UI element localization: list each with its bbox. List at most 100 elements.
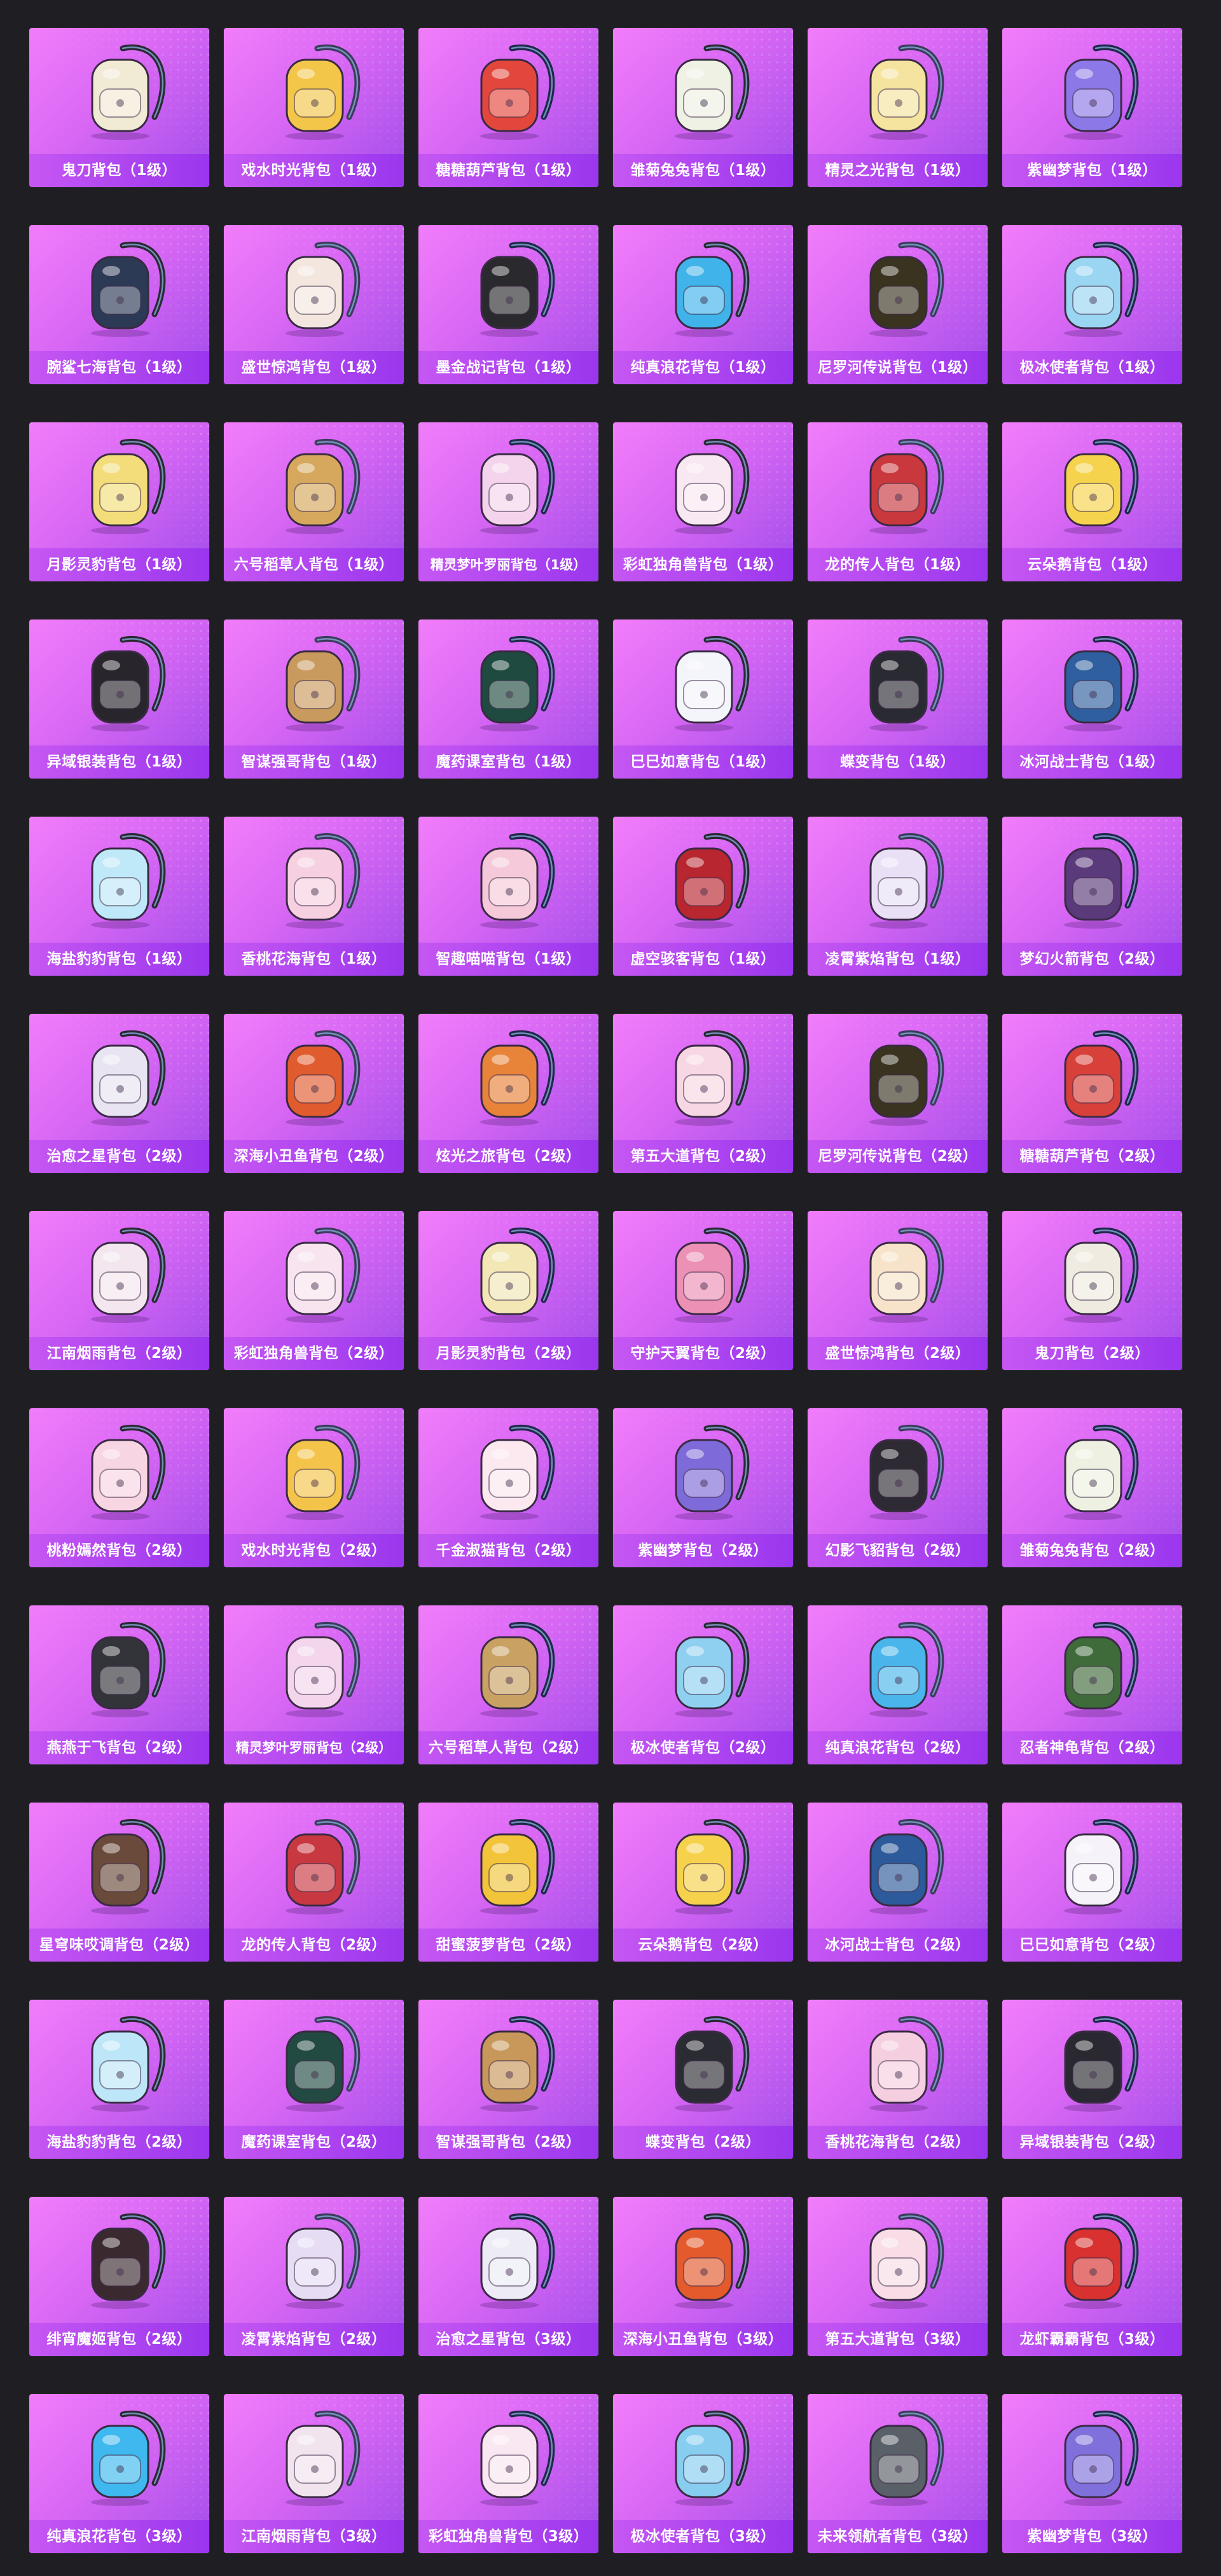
item-card[interactable]: 梦幻火箭背包（2级） xyxy=(1002,817,1182,976)
backpack-icon xyxy=(1063,2411,1138,2506)
item-card[interactable]: 深海小丑鱼背包（3级） xyxy=(613,2197,793,2356)
item-card[interactable]: 云朵鹅背包（1级） xyxy=(1002,422,1182,581)
item-card[interactable]: 守护天翼背包（2级） xyxy=(613,1211,793,1370)
item-card[interactable]: 纯真浪花背包（2级） xyxy=(808,1605,988,1764)
item-card[interactable]: 冰河战士背包（2级） xyxy=(808,1803,988,1962)
item-card[interactable]: 紫幽梦背包（2级） xyxy=(613,1408,793,1567)
item-card[interactable]: 雏菊兔兔背包（2级） xyxy=(1002,1408,1182,1567)
backpack-icon xyxy=(674,1622,749,1717)
item-card[interactable]: 甜蜜菠萝背包（2级） xyxy=(418,1803,598,1962)
backpack-image xyxy=(808,34,988,149)
item-card[interactable]: 智趣喵喵背包（1级） xyxy=(418,817,598,976)
item-card[interactable]: 炫光之旅背包（2级） xyxy=(418,1014,598,1173)
item-card[interactable]: 尼罗河传说背包（2级） xyxy=(808,1014,988,1173)
item-card[interactable]: 蝶变背包（1级） xyxy=(808,620,988,779)
item-card[interactable]: 海盐豹豹背包（2级） xyxy=(29,2000,209,2159)
item-name: 凌霄紫焰背包（1级） xyxy=(808,943,988,976)
item-card[interactable]: 第五大道背包（3级） xyxy=(808,2197,988,2356)
item-card[interactable]: 巳巳如意背包（1级） xyxy=(613,620,793,779)
item-card[interactable]: 六号稻草人背包（1级） xyxy=(224,422,404,581)
item-card[interactable]: 魔药课室背包（1级） xyxy=(418,620,598,779)
item-card[interactable]: 精灵梦叶罗丽背包（1级） xyxy=(418,422,598,581)
item-name: 盛世惊鸿背包（2级） xyxy=(808,1337,988,1370)
item-card[interactable]: 鬼刀背包（1级） xyxy=(29,28,209,187)
item-card[interactable]: 治愈之星背包（2级） xyxy=(29,1014,209,1173)
item-card[interactable]: 六号稻草人背包（2级） xyxy=(418,1605,598,1764)
item-card[interactable]: 忍者神龟背包（2级） xyxy=(1002,1605,1182,1764)
item-card[interactable]: 江南烟雨背包（3级） xyxy=(224,2394,404,2553)
item-name: 月影灵豹背包（1级） xyxy=(29,548,209,581)
item-card[interactable]: 千金淑猫背包（2级） xyxy=(418,1408,598,1567)
item-card[interactable]: 腕鲨七海背包（1级） xyxy=(29,225,209,384)
item-card[interactable]: 海盐豹豹背包（1级） xyxy=(29,817,209,976)
item-card[interactable]: 紫幽梦背包（1级） xyxy=(1002,28,1182,187)
backpack-icon xyxy=(869,242,944,337)
item-card[interactable]: 桃粉嫣然背包（2级） xyxy=(29,1408,209,1567)
item-card[interactable]: 月影灵豹背包（2级） xyxy=(418,1211,598,1370)
item-card[interactable]: 糖糖葫芦背包（1级） xyxy=(418,28,598,187)
item-card[interactable]: 绯宵魔姬背包（2级） xyxy=(29,2197,209,2356)
item-card[interactable]: 精灵梦叶罗丽背包（2级） xyxy=(224,1605,404,1764)
item-card[interactable]: 纯真浪花背包（1级） xyxy=(613,225,793,384)
backpack-icon xyxy=(285,2016,360,2112)
backpack-image xyxy=(29,1612,209,1726)
item-card[interactable]: 治愈之星背包（3级） xyxy=(418,2197,598,2356)
item-card[interactable]: 彩虹独角兽背包（2级） xyxy=(224,1211,404,1370)
item-card[interactable]: 燕燕于飞背包（2级） xyxy=(29,1605,209,1764)
backpack-image xyxy=(1002,2400,1182,2515)
item-card[interactable]: 蝶变背包（2级） xyxy=(613,2000,793,2159)
item-card[interactable]: 魔药课室背包（2级） xyxy=(224,2000,404,2159)
item-card[interactable]: 香桃花海背包（2级） xyxy=(808,2000,988,2159)
item-name: 忍者神龟背包（2级） xyxy=(1002,1731,1182,1764)
backpack-icon xyxy=(1063,1030,1138,1126)
item-card[interactable]: 墨金战记背包（1级） xyxy=(418,225,598,384)
item-card[interactable]: 凌霄紫焰背包（2级） xyxy=(224,2197,404,2356)
backpack-icon xyxy=(479,2213,555,2309)
item-card[interactable]: 极冰使者背包（1级） xyxy=(1002,225,1182,384)
item-card[interactable]: 冰河战士背包（1级） xyxy=(1002,620,1182,779)
item-card[interactable]: 纯真浪花背包（3级） xyxy=(29,2394,209,2553)
item-card[interactable]: 龙虾霸霸背包（3级） xyxy=(1002,2197,1182,2356)
item-card[interactable]: 江南烟雨背包（2级） xyxy=(29,1211,209,1370)
item-card[interactable]: 幻影飞貂背包（2级） xyxy=(808,1408,988,1567)
backpack-image xyxy=(613,823,793,938)
item-card[interactable]: 彩虹独角兽背包（3级） xyxy=(418,2394,598,2553)
item-card[interactable]: 精灵之光背包（1级） xyxy=(808,28,988,187)
item-card[interactable]: 星穹味哎调背包（2级） xyxy=(29,1803,209,1962)
item-card[interactable]: 尼罗河传说背包（1级） xyxy=(808,225,988,384)
item-card[interactable]: 巳巳如意背包（2级） xyxy=(1002,1803,1182,1962)
item-card[interactable]: 凌霄紫焰背包（1级） xyxy=(808,817,988,976)
backpack-icon xyxy=(1063,242,1138,337)
item-card[interactable]: 极冰使者背包（2级） xyxy=(613,1605,793,1764)
backpack-image xyxy=(808,1809,988,1923)
item-card[interactable]: 智谋强哥背包（2级） xyxy=(418,2000,598,2159)
item-name: 龙的传人背包（2级） xyxy=(224,1929,404,1962)
item-card[interactable]: 盛世惊鸿背包（2级） xyxy=(808,1211,988,1370)
item-name: 腕鲨七海背包（1级） xyxy=(29,351,209,384)
item-card[interactable]: 异域银装背包（2级） xyxy=(1002,2000,1182,2159)
item-card[interactable]: 糖糖葫芦背包（2级） xyxy=(1002,1014,1182,1173)
item-card[interactable]: 未来领航者背包（3级） xyxy=(808,2394,988,2553)
item-card[interactable]: 雏菊兔兔背包（1级） xyxy=(613,28,793,187)
item-card[interactable]: 虚空骇客背包（1级） xyxy=(613,817,793,976)
item-card[interactable]: 智谋强哥背包（1级） xyxy=(224,620,404,779)
item-card[interactable]: 戏水时光背包（1级） xyxy=(224,28,404,187)
item-card[interactable]: 异域银装背包（1级） xyxy=(29,620,209,779)
item-card[interactable]: 彩虹独角兽背包（1级） xyxy=(613,422,793,581)
item-card[interactable]: 香桃花海背包（1级） xyxy=(224,817,404,976)
item-card[interactable]: 紫幽梦背包（3级） xyxy=(1002,2394,1182,2553)
item-card[interactable]: 月影灵豹背包（1级） xyxy=(29,422,209,581)
backpack-icon xyxy=(90,45,165,140)
item-card[interactable]: 鬼刀背包（2级） xyxy=(1002,1211,1182,1370)
item-name: 精灵梦叶罗丽背包（2级） xyxy=(224,1731,404,1764)
item-card[interactable]: 极冰使者背包（3级） xyxy=(613,2394,793,2553)
item-card[interactable]: 云朵鹅背包（2级） xyxy=(613,1803,793,1962)
backpack-image xyxy=(418,1415,598,1529)
item-card[interactable]: 盛世惊鸿背包（1级） xyxy=(224,225,404,384)
item-card[interactable]: 深海小丑鱼背包（2级） xyxy=(224,1014,404,1173)
item-card[interactable]: 龙的传人背包（1级） xyxy=(808,422,988,581)
item-card[interactable]: 戏水时光背包（2级） xyxy=(224,1408,404,1567)
item-card[interactable]: 龙的传人背包（2级） xyxy=(224,1803,404,1962)
item-name: 墨金战记背包（1级） xyxy=(418,351,598,384)
item-card[interactable]: 第五大道背包（2级） xyxy=(613,1014,793,1173)
